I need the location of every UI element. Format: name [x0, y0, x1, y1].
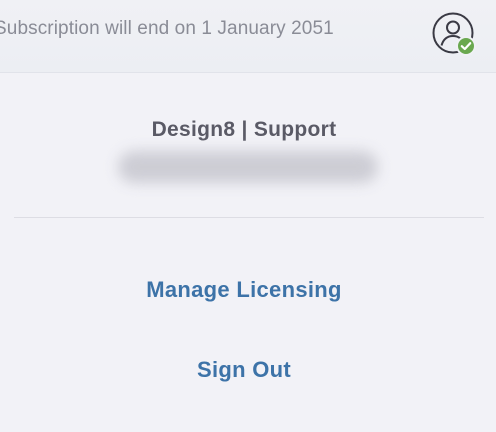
org-name: Design8 | Support: [151, 118, 337, 141]
divider: [14, 217, 484, 218]
redacted-email: [118, 151, 378, 183]
account-dropdown-panel: Design8 | Support Manage Licensing Sign …: [0, 73, 496, 432]
user-avatar-button[interactable]: [432, 12, 478, 58]
manage-licensing-link[interactable]: Manage Licensing: [0, 277, 488, 303]
subscription-notice: Subscription will end on 1 January 2051: [0, 18, 334, 39]
verified-badge-icon: [456, 36, 476, 56]
top-bar: Subscription will end on 1 January 2051: [0, 0, 496, 73]
sign-out-link[interactable]: Sign Out: [0, 357, 488, 383]
user-verified-icon: [432, 12, 476, 56]
